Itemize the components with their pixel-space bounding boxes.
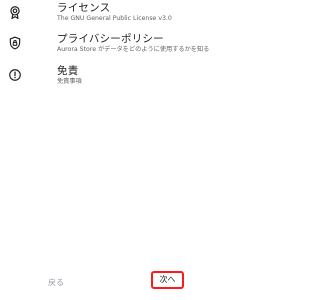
back-button[interactable]: 戻る (42, 275, 70, 291)
next-button[interactable]: 次へ (151, 271, 184, 289)
list-item-disclaimer[interactable]: 免責 免責事項 (0, 63, 223, 91)
certificate-icon (10, 6, 20, 19)
privacy-policy-subtitle: Aurora Store がデータをどのように使用するかを知る (57, 46, 210, 53)
privacy-policy-title: プライバシーポリシー (57, 33, 164, 45)
list-item-privacy-policy[interactable]: プライバシーポリシー Aurora Store がデータをどのように使用するかを… (0, 31, 223, 59)
license-title: ライセンス (57, 2, 111, 14)
shield-lock-icon (9, 36, 21, 50)
alert-circle-icon (9, 69, 21, 81)
disclaimer-title: 免責 (57, 65, 79, 77)
disclaimer-subtitle: 免責事項 (57, 78, 82, 85)
list-item-license[interactable]: ライセンス The GNU General Public License v3.… (0, 0, 223, 28)
footer-navigation: 戻る 次へ (0, 270, 223, 300)
license-subtitle: The GNU General Public License v3.0 (57, 15, 172, 22)
